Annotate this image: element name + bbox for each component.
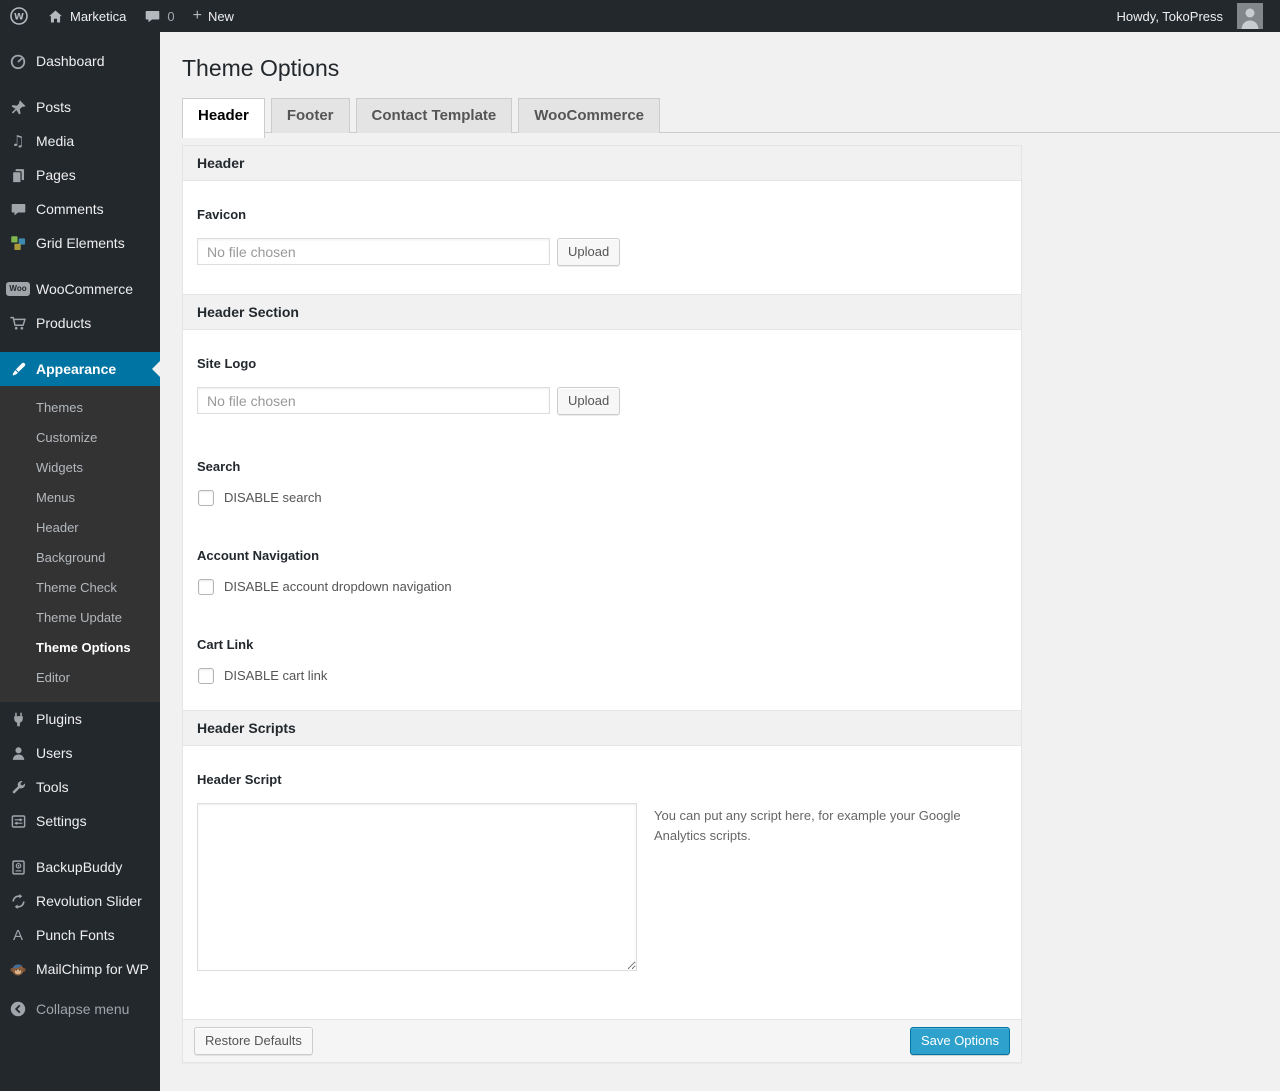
svg-text:W: W xyxy=(14,12,24,22)
sidebar-item-posts[interactable]: Posts xyxy=(0,90,160,124)
submenu-item-header[interactable]: Header xyxy=(0,513,160,543)
pushpin-icon xyxy=(8,97,28,117)
media-icon: ♫ xyxy=(11,131,25,150)
panel-action-bar: Restore Defaults Save Options xyxy=(183,1018,1021,1062)
tab-bar: Header Footer Contact Template WooCommer… xyxy=(182,98,1280,138)
backup-drive-icon xyxy=(8,857,28,877)
wordpress-logo-icon: W xyxy=(9,6,29,26)
section-header-title: Header xyxy=(183,145,1021,181)
sidebar-item-woocommerce[interactable]: Woo WooCommerce xyxy=(0,272,160,306)
disable-account-nav-checkbox[interactable] xyxy=(198,578,214,595)
collapse-menu-button[interactable]: Collapse menu xyxy=(0,992,160,1026)
cart-icon xyxy=(8,313,28,333)
section-header-scripts-body: Header Script You can put any script her… xyxy=(183,746,1021,1019)
letter-a-icon: A xyxy=(12,926,23,944)
sidebar-item-users[interactable]: Users xyxy=(0,736,160,770)
wordpress-logo-menu[interactable]: W xyxy=(0,0,38,32)
disable-search-checkbox-label[interactable]: DISABLE search xyxy=(224,490,322,505)
submenu-item-themes[interactable]: Themes xyxy=(0,393,160,423)
sidebar-item-mailchimp[interactable]: MailChimp for WP xyxy=(0,952,160,986)
home-icon xyxy=(47,8,64,25)
sidebar-item-tools[interactable]: Tools xyxy=(0,770,160,804)
comments-icon xyxy=(8,199,28,219)
search-label: Search xyxy=(197,458,241,474)
admin-bar: W Marketica 0 + New Howdy, TokoPress xyxy=(0,0,1280,32)
tab-woocommerce[interactable]: WooCommerce xyxy=(518,98,661,133)
sidebar-item-settings[interactable]: Settings xyxy=(0,804,160,838)
sidebar-item-products[interactable]: Products xyxy=(0,306,160,340)
collapse-arrow-icon xyxy=(8,999,28,1019)
comment-count: 0 xyxy=(167,8,175,24)
main-content: Theme Options Header Footer Contact Temp… xyxy=(160,32,1280,1091)
theme-options-panel: Header Favicon Upload Header Section Sit… xyxy=(182,144,1022,1063)
admin-sidebar: Dashboard Posts ♫ Media Pages Comments G… xyxy=(0,32,160,1091)
sidebar-item-pages[interactable]: Pages xyxy=(0,158,160,192)
site-name-label: Marketica xyxy=(70,8,127,24)
sidebar-item-appearance[interactable]: Appearance xyxy=(0,352,160,386)
favicon-upload-button[interactable]: Upload xyxy=(557,237,621,266)
submenu-item-widgets[interactable]: Widgets xyxy=(0,453,160,483)
site-logo-upload-button[interactable]: Upload xyxy=(557,386,621,415)
header-script-description: You can put any script here, for example… xyxy=(654,807,961,843)
new-content-menu[interactable]: + New xyxy=(184,0,243,32)
favicon-label: Favicon xyxy=(197,206,247,222)
dashboard-icon xyxy=(8,51,28,71)
howdy-label: Howdy, TokoPress xyxy=(1116,8,1223,24)
disable-cart-link-checkbox-label[interactable]: DISABLE cart link xyxy=(224,668,327,683)
user-icon xyxy=(8,743,28,763)
submenu-item-editor[interactable]: Editor xyxy=(0,663,160,693)
section-header-section-body: Site Logo Upload Search DISABLE search A… xyxy=(183,330,1021,710)
sidebar-item-revolution-slider[interactable]: Revolution Slider xyxy=(0,884,160,918)
new-label: New xyxy=(207,8,234,24)
submenu-item-theme-update[interactable]: Theme Update xyxy=(0,603,160,633)
submenu-item-theme-check[interactable]: Theme Check xyxy=(0,573,160,603)
save-options-button[interactable]: Save Options xyxy=(909,1026,1010,1055)
submenu-item-theme-options[interactable]: Theme Options xyxy=(0,633,160,663)
avatar xyxy=(1237,3,1263,29)
refresh-arrows-icon xyxy=(8,891,28,911)
mailchimp-monkey-icon xyxy=(8,959,28,979)
disable-cart-link-checkbox[interactable] xyxy=(198,667,214,684)
sidebar-item-backupbuddy[interactable]: BackupBuddy xyxy=(0,850,160,884)
comments-shortcut[interactable]: 0 xyxy=(135,0,183,32)
settings-sliders-icon xyxy=(8,811,28,831)
page-title: Theme Options xyxy=(182,55,340,81)
tab-footer[interactable]: Footer xyxy=(270,98,350,133)
tab-contact-template[interactable]: Contact Template xyxy=(355,98,513,133)
sidebar-item-comments[interactable]: Comments xyxy=(0,192,160,226)
restore-defaults-button[interactable]: Restore Defaults xyxy=(194,1026,313,1055)
sidebar-item-media[interactable]: ♫ Media xyxy=(0,124,160,158)
section-header-section-title: Header Section xyxy=(183,293,1021,330)
site-logo-file-input[interactable] xyxy=(197,387,550,414)
submenu-item-customize[interactable]: Customize xyxy=(0,423,160,453)
header-script-label: Header Script xyxy=(197,771,282,787)
grid-elements-icon xyxy=(8,233,28,253)
tab-header[interactable]: Header xyxy=(182,98,265,138)
sidebar-item-dashboard[interactable]: Dashboard xyxy=(0,44,160,78)
appearance-brush-icon xyxy=(8,359,28,379)
header-script-textarea[interactable] xyxy=(197,802,637,971)
submenu-item-menus[interactable]: Menus xyxy=(0,483,160,513)
site-name-link[interactable]: Marketica xyxy=(38,0,135,32)
woocommerce-icon: Woo xyxy=(6,279,30,299)
favicon-file-input[interactable] xyxy=(197,238,550,265)
cart-link-label: Cart Link xyxy=(197,636,254,652)
section-header-body: Favicon Upload xyxy=(183,181,1021,294)
account-navigation-label: Account Navigation xyxy=(197,547,320,563)
account-menu[interactable]: Howdy, TokoPress xyxy=(1108,0,1272,32)
sidebar-item-grid-elements[interactable]: Grid Elements xyxy=(0,226,160,260)
wrench-icon xyxy=(8,777,28,797)
site-logo-label: Site Logo xyxy=(197,355,257,371)
section-header-scripts-title: Header Scripts xyxy=(183,709,1021,746)
pages-icon xyxy=(8,165,28,185)
appearance-submenu: Themes Customize Widgets Menus Header Ba… xyxy=(0,386,160,702)
plus-icon: + xyxy=(192,7,202,24)
comment-bubble-icon xyxy=(144,8,161,25)
submenu-item-background[interactable]: Background xyxy=(0,543,160,573)
plug-icon xyxy=(8,709,28,729)
sidebar-item-punch-fonts[interactable]: A Punch Fonts xyxy=(0,918,160,952)
sidebar-item-plugins[interactable]: Plugins xyxy=(0,702,160,736)
disable-search-checkbox[interactable] xyxy=(198,489,214,506)
disable-account-nav-checkbox-label[interactable]: DISABLE account dropdown navigation xyxy=(224,579,452,594)
